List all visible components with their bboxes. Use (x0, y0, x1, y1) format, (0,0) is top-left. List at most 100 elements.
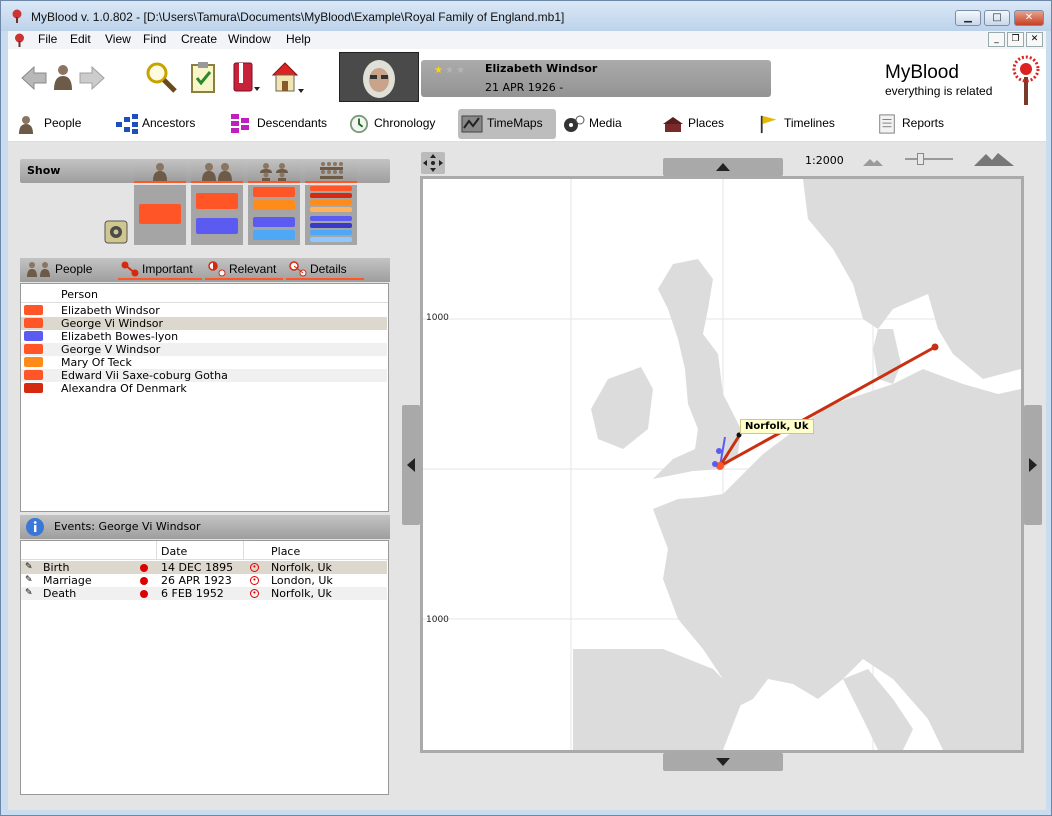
menu-window[interactable]: Window (228, 32, 271, 46)
table-row[interactable]: ✎ Marriage 26 APR 1923 • London, Uk (21, 574, 387, 587)
bookmark-icon[interactable] (230, 61, 262, 95)
tab-media[interactable]: Media (563, 109, 633, 139)
person-name: George V Windsor (61, 343, 161, 356)
menu-bar: File Edit View Find Create Window Help _… (8, 31, 1046, 49)
list-item[interactable]: Alexandra Of Denmark (21, 382, 387, 395)
person-color-swatch (24, 305, 43, 315)
portrait-image (340, 53, 418, 101)
tab-ancestors[interactable]: Ancestors (116, 109, 216, 139)
list-item[interactable]: Elizabeth Windsor (21, 304, 387, 317)
ancestors-icon (116, 114, 138, 134)
event-marker[interactable] (712, 461, 718, 467)
places-icon (663, 117, 683, 132)
map-canvas[interactable] (423, 179, 1021, 750)
home-person-icon[interactable] (52, 63, 74, 91)
time-map[interactable]: 1000 1000 Norfolk, Uk (420, 176, 1024, 753)
person-color-swatch (24, 357, 43, 367)
person-photo (339, 52, 419, 102)
search-icon[interactable] (145, 61, 177, 93)
settings-gear-icon[interactable] (104, 220, 128, 244)
list-item-selected[interactable]: George Vi Windsor (21, 317, 387, 330)
menu-file[interactable]: File (38, 32, 57, 46)
tab-relevant[interactable]: Relevant (205, 258, 283, 280)
clock-icon (349, 114, 369, 134)
list-item[interactable]: Elizabeth Bowes-lyon (21, 330, 387, 343)
event-type: Marriage (43, 574, 92, 587)
tab-timemaps[interactable]: TimeMaps (458, 109, 556, 139)
pan-down-button[interactable] (663, 753, 783, 771)
mdi-close-button[interactable]: ✕ (1026, 32, 1043, 47)
tab-label: Ancestors (142, 116, 196, 130)
zoom-slider-handle[interactable] (917, 153, 924, 165)
event-date: 14 DEC 1895 (161, 561, 234, 574)
show-option-1-generation[interactable] (134, 159, 186, 245)
event-marker[interactable] (716, 448, 722, 454)
tab-timelines[interactable]: Timelines (758, 109, 848, 139)
menu-find[interactable]: Find (143, 32, 166, 46)
people-list: Person Elizabeth Windsor George Vi Winds… (20, 283, 389, 512)
pan-right-button[interactable] (1024, 405, 1042, 525)
event-place: Norfolk, Uk (271, 561, 332, 574)
minimize-button[interactable]: ▁ (955, 10, 981, 26)
column-person[interactable]: Person (61, 288, 98, 301)
grid-label: 1000 (426, 313, 449, 323)
list-item[interactable]: George V Windsor (21, 343, 387, 356)
menu-help[interactable]: Help (286, 32, 311, 46)
back-arrow-icon[interactable] (20, 65, 48, 91)
tab-label: Descendants (257, 116, 328, 130)
show-option-4-generations[interactable] (305, 159, 357, 245)
list-item[interactable]: Edward Vii Saxe-coburg Gotha (21, 369, 387, 382)
menu-edit[interactable]: Edit (70, 32, 91, 46)
tab-people[interactable]: People (18, 109, 98, 139)
tab-important[interactable]: Important (118, 258, 202, 280)
triangle-down-icon (716, 758, 730, 766)
menu-create[interactable]: Create (181, 32, 217, 46)
column-date[interactable]: Date (161, 545, 187, 558)
people-pair-icon (202, 163, 232, 181)
tab-label: Important (142, 262, 193, 276)
pan-up-button[interactable] (663, 158, 783, 176)
menu-app-icon (15, 33, 24, 47)
zoom-in-mountain-icon[interactable] (974, 151, 1014, 166)
person-dates: 21 APR 1926 - (485, 81, 564, 94)
mdi-minimize-button[interactable]: _ (988, 32, 1005, 47)
tab-descendants[interactable]: Descendants (231, 109, 341, 139)
zoom-slider[interactable] (905, 158, 953, 160)
person-icon (153, 163, 167, 181)
event-marker[interactable] (931, 343, 939, 351)
menu-view[interactable]: View (105, 32, 131, 46)
tab-places[interactable]: Places (662, 109, 732, 139)
maximize-button[interactable]: □ (984, 10, 1010, 26)
show-option-2-generations[interactable] (191, 159, 243, 245)
event-date: 26 APR 1923 (161, 574, 232, 587)
pan-left-button[interactable] (402, 405, 420, 525)
recenter-button[interactable] (421, 152, 445, 174)
tab-reports[interactable]: Reports (876, 109, 956, 139)
date-marker-icon (140, 590, 148, 598)
person-color-swatch (24, 370, 43, 380)
list-item[interactable]: Mary Of Teck (21, 356, 387, 369)
close-button[interactable]: ✕ (1014, 10, 1044, 26)
tab-details[interactable]: Details (286, 258, 364, 280)
date-marker-icon (140, 564, 148, 572)
clipboard-icon[interactable] (189, 61, 217, 93)
table-row-selected[interactable]: ✎ Birth 14 DEC 1895 • Norfolk, Uk (21, 561, 387, 574)
table-row[interactable]: ✎ Death 6 FEB 1952 • Norfolk, Uk (21, 587, 387, 600)
tab-people-list[interactable]: People (23, 258, 115, 280)
show-option-3-generations[interactable] (248, 159, 300, 245)
report-icon (879, 114, 895, 134)
house-icon[interactable] (270, 61, 306, 95)
column-place[interactable]: Place (271, 545, 300, 558)
app-tree-icon (12, 9, 22, 23)
tab-chronology[interactable]: Chronology (348, 109, 448, 139)
person-name: George Vi Windsor (61, 317, 164, 330)
triangle-left-icon (407, 458, 415, 472)
mdi-restore-button[interactable]: ❐ (1007, 32, 1024, 47)
person-color-swatch (24, 383, 43, 393)
forward-arrow-icon[interactable] (78, 65, 106, 91)
window-title: MyBlood v. 1.0.802 - [D:\Users\Tamura\Do… (31, 10, 565, 24)
zoom-out-mountain-icon[interactable] (863, 157, 883, 166)
move-arrows-icon (423, 154, 443, 172)
tab-label: Relevant (229, 262, 277, 276)
people-icon (19, 116, 33, 134)
